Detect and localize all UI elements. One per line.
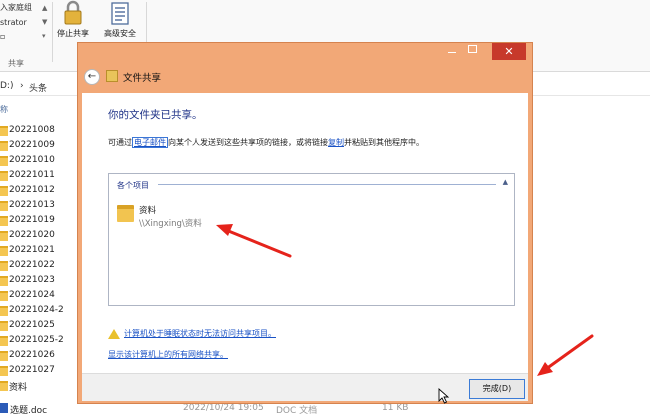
file-name: 20221012 — [9, 185, 55, 195]
chevron-up-icon[interactable]: ▲ — [42, 4, 47, 12]
file-name: 20221024 — [9, 290, 55, 300]
copy-link[interactable]: 复制 — [328, 138, 344, 147]
chevron-up-icon[interactable]: ▲ — [503, 178, 508, 186]
back-button[interactable]: ← — [84, 69, 100, 85]
folder-icon — [0, 351, 8, 361]
ribbon-group-label: 共享 — [8, 59, 24, 68]
folder-icon — [0, 171, 8, 181]
file-type: DOC 文档 — [276, 406, 318, 416]
done-button[interactable]: 完成(D) — [469, 379, 525, 399]
folder-icon — [0, 141, 8, 151]
file-name: 20221024-2 — [9, 305, 64, 315]
share-item-name: 资料 — [139, 206, 157, 216]
advanced-security-label: 高级安全 — [104, 29, 136, 38]
file-name: 20221021 — [9, 245, 55, 255]
breadcrumb-folder[interactable]: 头条 — [29, 81, 47, 94]
mouse-cursor-icon — [438, 388, 450, 404]
folder-icon — [0, 291, 8, 301]
desc-prefix: 可通过 — [108, 138, 132, 147]
file-name: 20221010 — [9, 155, 55, 165]
folder-icon — [0, 336, 8, 346]
items-header: 各个项目 — [117, 181, 149, 190]
email-link[interactable]: 电子邮件 — [132, 137, 168, 148]
file-sharing-dialog: ✕ ← 文件共享 你的文件夹已共享。 可通过 电子邮件 向某个人发送到这些共享项的链… — [77, 42, 533, 404]
file-name: 20221019 — [9, 215, 55, 225]
file-name: 20221027 — [9, 365, 55, 375]
share-item-path: \\Xingxing\资料 — [139, 219, 202, 229]
close-icon: ✕ — [504, 45, 514, 58]
file-name: 20221011 — [9, 170, 55, 180]
file-name: 20221023 — [9, 275, 55, 285]
file-name: 20221020 — [9, 230, 55, 240]
file-name: 20221013 — [9, 200, 55, 210]
folder-icon — [0, 261, 8, 271]
folder-icon — [0, 231, 8, 241]
chevron-expand-icon[interactable]: ▾ — [42, 32, 46, 40]
file-name: 20221025 — [9, 320, 55, 330]
shared-items-box: 各个项目 ▲ 资料 \\Xingxing\资料 — [108, 173, 515, 306]
folder-icon — [0, 246, 8, 256]
breadcrumb-separator: › — [20, 81, 24, 91]
shared-folder-icon — [106, 70, 118, 82]
user-line-2: strator — [0, 18, 27, 27]
stop-sharing-button[interactable]: 停止共享 — [53, 0, 93, 44]
desc-middle: 向某个人发送到这些共享项的链接，或将链接 — [168, 138, 328, 147]
folder-icon — [0, 321, 8, 331]
user-line-1: 入家庭组 — [0, 3, 32, 12]
dialog-title: 文件共享 — [123, 73, 162, 84]
minimize-icon[interactable] — [448, 46, 458, 54]
chevron-down-icon[interactable]: ▼ — [42, 18, 47, 26]
show-network-shares-link[interactable]: 显示该计算机上的所有网络共享。 — [108, 349, 228, 360]
dialog-content: 你的文件夹已共享。 可通过 电子邮件 向某个人发送到这些共享项的链接，或将链接复制并… — [82, 93, 528, 373]
back-arrow-icon: ← — [87, 71, 97, 82]
file-name: 20221008 — [9, 125, 55, 135]
folder-icon — [0, 186, 8, 196]
folder-icon — [117, 205, 134, 222]
folder-icon — [0, 306, 8, 316]
arrow-to-done-button — [537, 334, 594, 376]
file-name: 20221009 — [9, 140, 55, 150]
folder-icon — [0, 216, 8, 226]
folder-icon — [0, 156, 8, 166]
folder-icon — [0, 276, 8, 286]
dialog-footer: 完成(D) — [82, 373, 528, 401]
folder-icon — [0, 201, 8, 211]
file-name: 20221026 — [9, 350, 55, 360]
lock-icon — [64, 0, 82, 25]
stop-sharing-label: 停止共享 — [57, 29, 89, 38]
close-button[interactable]: ✕ — [492, 43, 526, 60]
name-column-header[interactable]: 称 — [0, 104, 8, 115]
file-name: 20221025-2 — [9, 335, 64, 345]
folder-icon — [0, 126, 8, 136]
folder-icon — [0, 366, 8, 376]
word-document-icon — [0, 403, 8, 413]
advanced-security-button[interactable]: 高级安全 — [98, 0, 142, 44]
file-name: 20221022 — [9, 260, 55, 270]
file-date: 2022/10/24 19:05 — [183, 403, 264, 413]
file-name: 选题.doc — [10, 406, 48, 416]
security-list-icon — [111, 2, 129, 25]
items-header-divider — [158, 184, 496, 185]
sleep-warning-link[interactable]: 计算机处于睡眠状态时无法访问共享项目。 — [124, 328, 276, 339]
breadcrumb-drive[interactable]: D:) — [0, 81, 13, 91]
page-title: 你的文件夹已共享。 — [108, 109, 203, 121]
folder-icon — [0, 381, 8, 391]
file-size: 11 KB — [382, 403, 409, 413]
warning-icon — [108, 329, 120, 339]
file-name: 资料 — [9, 383, 28, 393]
maximize-icon[interactable] — [468, 45, 477, 53]
share-description: 可通过 电子邮件 向某个人发送到这些共享项的链接，或将链接复制并粘贴到其他程序中。 — [108, 137, 424, 148]
desc-suffix: 并粘贴到其他程序中。 — [344, 138, 424, 147]
user-line-3: ▫ — [0, 32, 6, 41]
